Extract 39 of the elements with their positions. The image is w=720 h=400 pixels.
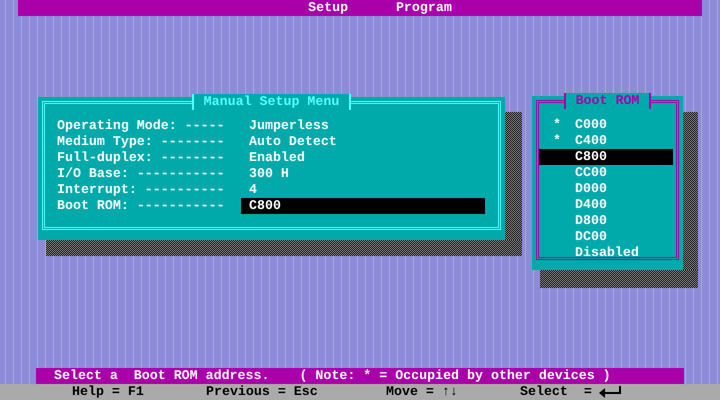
menu-title: Boot ROM — [564, 93, 652, 109]
leader-dashes: ----------- — [136, 198, 225, 214]
key-hint: Help = F1 — [72, 384, 144, 400]
enter-key-icon — [598, 386, 622, 398]
window-title: Setup Program — [308, 0, 452, 15]
field-label: Boot ROM: — [57, 198, 130, 214]
field-label: Full-duplex: — [57, 150, 154, 166]
rom-option[interactable]: D400 — [539, 197, 673, 213]
rom-option[interactable]: * C000 — [539, 117, 673, 133]
key-hint: Move = ↑↓ — [386, 384, 458, 400]
field-label: Medium Type: — [57, 134, 154, 150]
field-value[interactable]: Auto Detect — [241, 134, 485, 150]
key-hint: Select = — [520, 384, 592, 400]
leader-dashes: -------- — [160, 134, 225, 150]
rom-option[interactable]: D800 — [539, 213, 673, 229]
leader-dashes: -------- — [160, 150, 225, 166]
field-label: Operating Mode: — [57, 118, 178, 134]
field-value[interactable]: C800 — [241, 198, 485, 214]
leader-dashes: ----------- — [136, 166, 225, 182]
field-label: I/O Base: — [57, 166, 130, 182]
field-value[interactable]: Enabled — [241, 150, 485, 166]
leader-dashes: ---------- — [144, 182, 225, 198]
occupied-marker: * — [553, 133, 561, 148]
rom-option[interactable]: CC00 — [539, 165, 673, 181]
rom-option[interactable]: * C400 — [539, 133, 673, 149]
field-value[interactable]: 4 — [241, 182, 485, 198]
leader-dashes: ----- — [184, 118, 225, 134]
field-value[interactable]: 300 H — [241, 166, 485, 182]
occupied-marker: * — [553, 117, 561, 132]
status-message: Select a Boot ROM address. — [54, 368, 270, 384]
rom-option[interactable]: C800 — [539, 149, 673, 165]
menu-title: Manual Setup Menu — [192, 94, 352, 110]
field-label: Interrupt: — [57, 182, 138, 198]
status-note: ( Note: * = Occupied by other devices ) — [299, 368, 611, 384]
key-hint: Previous = Esc — [206, 384, 318, 400]
rom-option[interactable]: DC00 — [539, 229, 673, 245]
rom-option[interactable]: Disabled — [539, 245, 673, 261]
field-value[interactable]: Jumperless — [241, 118, 485, 134]
rom-option[interactable]: D000 — [539, 181, 673, 197]
